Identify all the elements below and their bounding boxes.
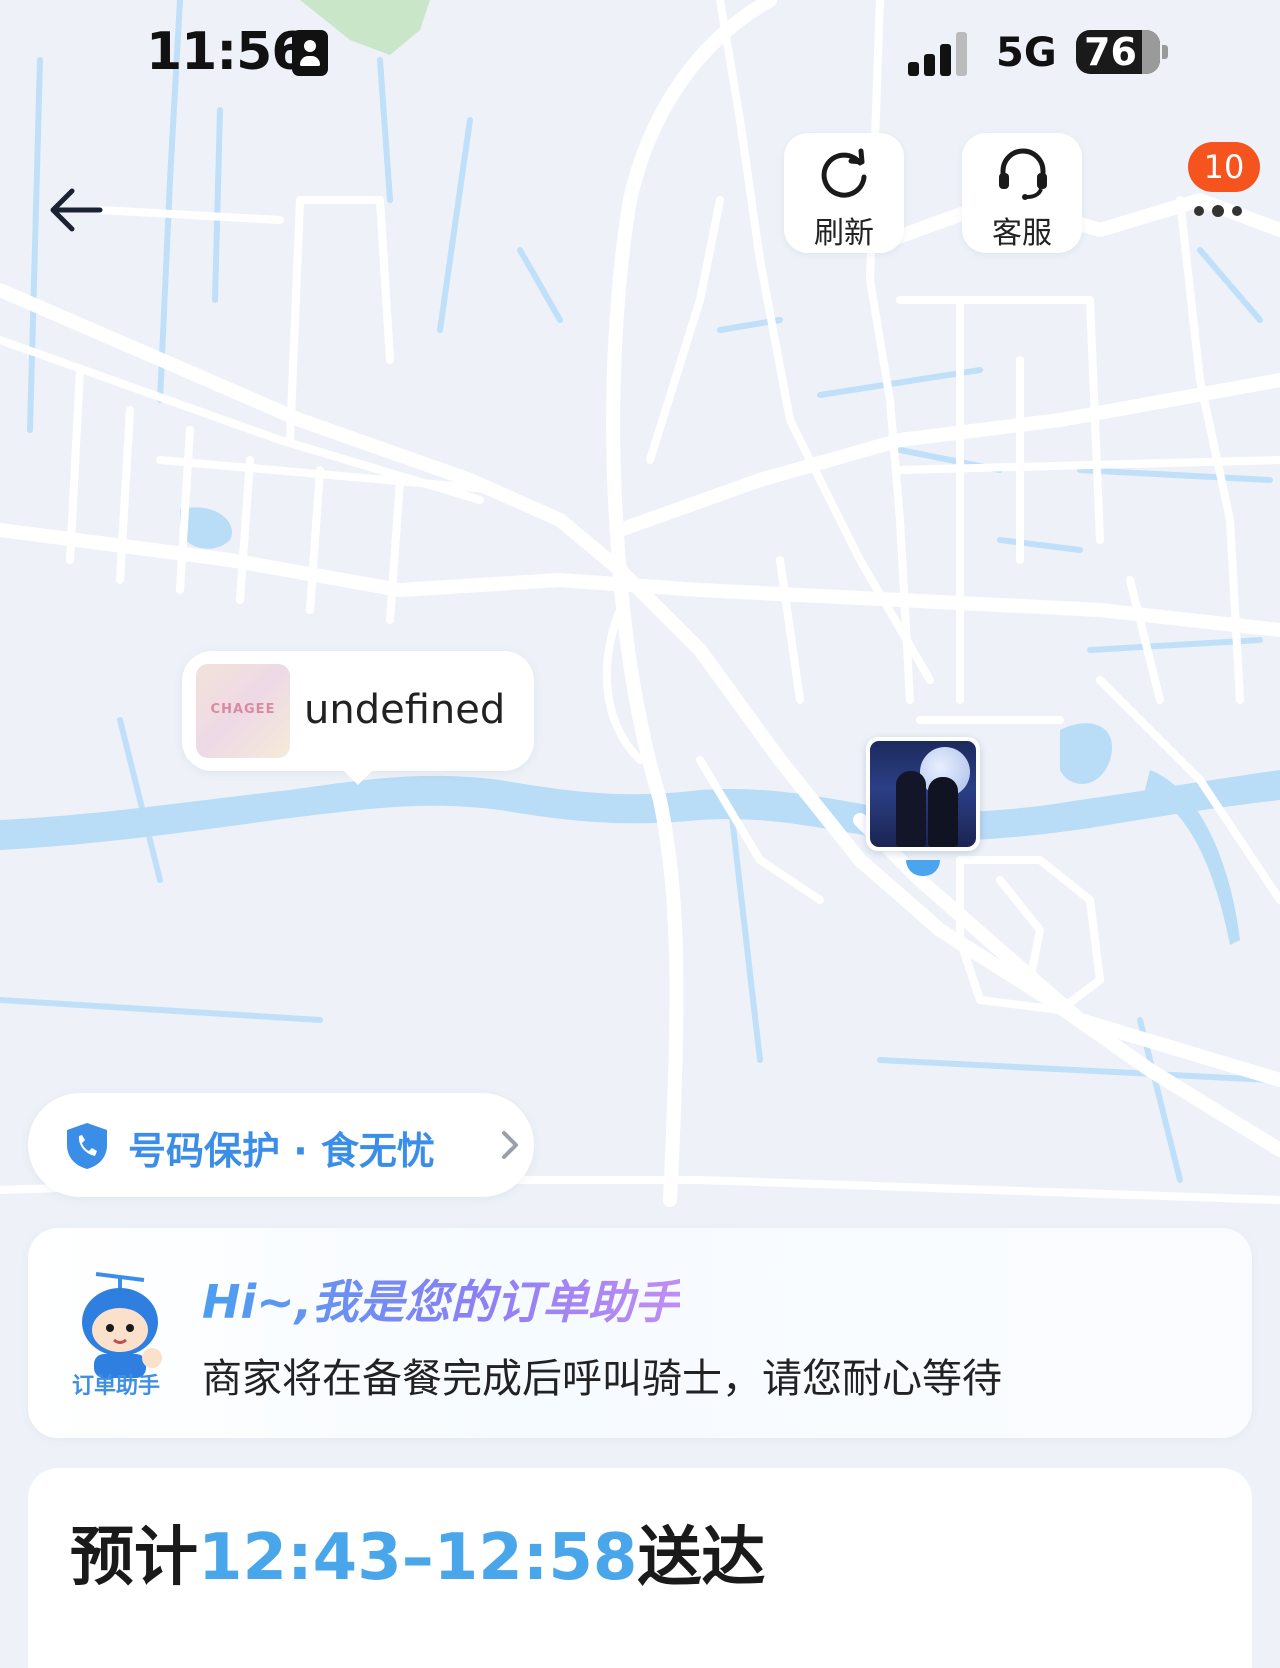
contact-card-icon	[292, 30, 328, 76]
store-thumbnail: CHAGEE	[196, 664, 290, 758]
refresh-label: 刷新	[814, 216, 874, 251]
customer-service-button[interactable]: 客服	[962, 133, 1082, 253]
assistant-title: Hi~,我是您的订单助手	[202, 1266, 680, 1332]
chevron-right-icon	[502, 1131, 518, 1159]
store-label: undefined	[304, 687, 506, 733]
refresh-icon	[821, 148, 867, 198]
battery-tip	[1162, 45, 1168, 59]
customer-service-label: 客服	[992, 216, 1052, 251]
status-time: 11:56	[146, 22, 308, 82]
store-marker[interactable]: CHAGEE undefined	[182, 651, 534, 785]
assistant-message: 商家将在备餐完成后呼叫骑士，请您耐心等待	[202, 1356, 1002, 1402]
store-thumb-brand: CHAGEE	[210, 702, 276, 717]
user-location-avatar[interactable]	[866, 737, 980, 851]
more-icon	[1194, 206, 1204, 216]
signal-icon	[908, 32, 970, 76]
battery-indicator: 76	[1076, 30, 1160, 74]
eta-prefix: 预计	[70, 1521, 198, 1595]
battery-level: 76	[1084, 30, 1137, 74]
notification-badge: 10	[1188, 142, 1260, 192]
assistant-mascot-label: 订单助手	[72, 1374, 161, 1399]
arrow-left-icon	[50, 188, 103, 232]
delivery-eta-card: 预计12:43–12:58送达	[28, 1468, 1252, 1668]
eta-suffix: 送达	[637, 1521, 766, 1595]
assistant-mascot-icon	[82, 1272, 162, 1378]
delivery-eta: 预计12:43–12:58送达	[70, 1506, 765, 1598]
back-button[interactable]	[40, 175, 110, 245]
headset-icon	[999, 148, 1047, 200]
order-assistant-card[interactable]: 订单助手 Hi~,我是您的订单助手 商家将在备餐完成后呼叫骑士，请您耐心等待	[28, 1228, 1252, 1438]
shield-phone-icon	[67, 1123, 107, 1169]
avatar-image	[870, 741, 976, 847]
number-protection-banner[interactable]: 号码保护 · 食无忧	[28, 1093, 534, 1197]
number-protection-label: 号码保护 · 食无忧	[128, 1129, 435, 1173]
eta-time-range: 12:43–12:58	[198, 1521, 638, 1595]
network-type: 5G	[996, 30, 1057, 76]
refresh-button[interactable]: 刷新	[784, 133, 904, 253]
